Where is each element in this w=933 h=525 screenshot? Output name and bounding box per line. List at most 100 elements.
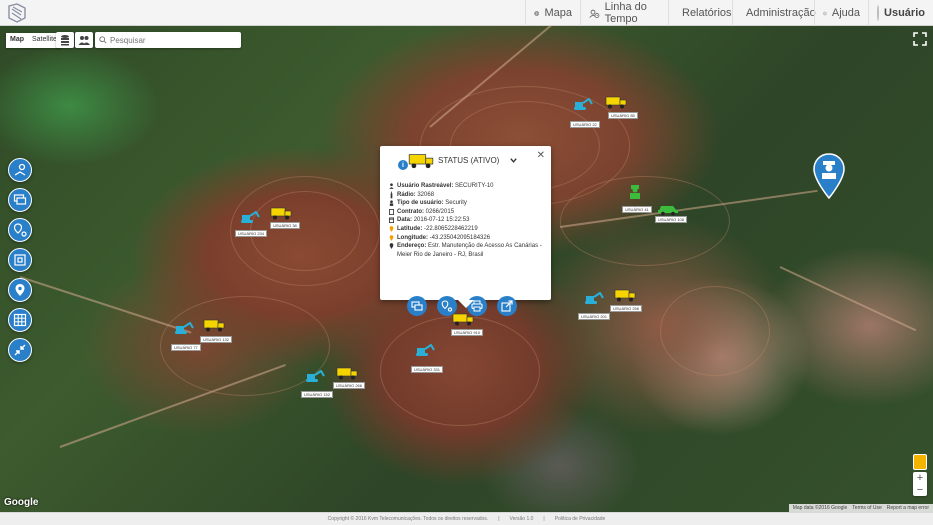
vehicle-marker[interactable] xyxy=(336,366,358,380)
excavator-icon xyxy=(416,344,435,356)
globe-icon xyxy=(534,10,540,16)
map-type-toggle: Map Satellite xyxy=(6,33,61,48)
side-grid-button[interactable] xyxy=(8,308,32,332)
vehicle-marker[interactable] xyxy=(605,95,627,109)
privacy-link[interactable]: Politica de Privacidade xyxy=(555,516,606,522)
side-waypoint-button[interactable] xyxy=(8,218,32,242)
location-pin-icon xyxy=(15,284,25,296)
vehicle-label: USUÁRIO 132 xyxy=(200,336,233,343)
print-button[interactable] xyxy=(467,296,487,316)
area-icon xyxy=(14,254,26,266)
truck-icon xyxy=(605,96,627,109)
user-menu[interactable]: Usuário xyxy=(868,0,933,26)
vehicle-marker[interactable] xyxy=(657,202,679,216)
detail-row: Rádio: 32068 xyxy=(389,191,543,200)
popup-header: STATUS (ATIVO) xyxy=(408,152,518,169)
detail-row: Longitude: -43.235042095184326 xyxy=(389,234,543,243)
vehicle-label: USUÁRIO 201 xyxy=(578,313,611,320)
zoom-in-button[interactable]: + xyxy=(913,472,927,484)
satellite-map[interactable]: Map Satellite USUÁRIO 22 USUÁRIO 85 xyxy=(0,26,933,512)
excavator-icon xyxy=(574,98,593,110)
message-icon xyxy=(13,194,27,205)
close-icon[interactable]: ✕ xyxy=(537,150,545,161)
vehicle-marker[interactable] xyxy=(413,344,435,358)
printer-icon xyxy=(471,300,483,312)
report-error-link[interactable]: Report a map error xyxy=(887,505,929,511)
truck-icon xyxy=(270,207,292,220)
detail-value: -43.235042095184326 xyxy=(429,234,491,241)
zoom-control: + − xyxy=(913,472,927,496)
vehicle-label: USUÁRIO 85 xyxy=(608,112,638,119)
share-button[interactable] xyxy=(497,296,517,316)
vehicle-marker[interactable] xyxy=(172,322,194,336)
nav-mapa[interactable]: Mapa xyxy=(525,0,580,26)
vehicle-label: USUÁRIO 256 xyxy=(610,305,643,312)
side-area-button[interactable] xyxy=(8,248,32,272)
vehicle-marker[interactable] xyxy=(624,185,646,199)
waypoint-icon xyxy=(13,223,27,237)
nav-linha-do-tempo[interactable]: Linha do Tempo xyxy=(580,0,668,26)
fullscreen-icon[interactable] xyxy=(913,32,927,46)
database-icon xyxy=(61,35,69,46)
calendar-icon xyxy=(389,217,394,224)
vehicle-label: USUÁRIO 152 xyxy=(301,391,334,398)
message-button[interactable] xyxy=(407,296,427,316)
google-logo[interactable]: Google xyxy=(4,497,38,508)
radio-icon xyxy=(390,191,393,198)
side-route-button[interactable] xyxy=(8,158,32,182)
map-road xyxy=(59,363,286,448)
side-message-button[interactable] xyxy=(8,188,32,212)
copyright-text: Copyright © 2016 Kvm Telecomunicações. T… xyxy=(327,516,489,522)
map-type-map[interactable]: Map xyxy=(6,33,28,48)
detail-label: Tipo de usuário: xyxy=(397,200,444,207)
top-navigation-bar: Mapa Linha do Tempo Relatórios Administr… xyxy=(0,0,933,26)
terms-link[interactable]: Terms of Use xyxy=(852,505,881,511)
chevron-down-icon[interactable] xyxy=(509,156,518,165)
nav-ajuda-label: Ajuda xyxy=(831,7,860,19)
truck-icon xyxy=(614,289,636,302)
vehicle-marker[interactable] xyxy=(270,206,292,220)
share-icon xyxy=(501,300,513,312)
detail-value: -22.8065228462219 xyxy=(424,225,478,232)
nav-relatorios-label: Relatórios xyxy=(682,7,732,19)
route-button[interactable] xyxy=(437,296,457,316)
search-input[interactable] xyxy=(110,35,235,45)
vehicle-marker[interactable] xyxy=(571,98,593,112)
zoom-out-button[interactable]: − xyxy=(913,484,927,496)
vehicle-marker[interactable] xyxy=(582,292,604,306)
avatar xyxy=(877,5,880,21)
vehicle-label: USUÁRIO 41 xyxy=(622,206,652,213)
detail-label: Latitude: xyxy=(397,225,423,232)
detail-row: Contrato: 0266/2015 xyxy=(389,208,543,217)
popup-details: Usuário Rastreável: SECURITY-10 Rádio: 3… xyxy=(389,182,543,259)
detail-row: Usuário Rastreável: SECURITY-10 xyxy=(389,182,543,191)
excavator-icon xyxy=(585,292,604,304)
security-location-pin-icon[interactable] xyxy=(812,152,846,200)
detail-label: Rádio: xyxy=(397,191,416,198)
info-badge-icon: i xyxy=(398,160,408,170)
contract-icon xyxy=(389,208,394,215)
vehicle-marker[interactable] xyxy=(614,288,636,302)
app-logo-icon[interactable] xyxy=(6,3,28,23)
detail-row: Endereço: Estr. Manutenção de Acesso As … xyxy=(389,242,543,259)
vehicle-label: USUÁRIO 234 xyxy=(235,230,268,237)
latitude-pin-icon xyxy=(389,226,394,232)
user-menu-label: Usuário xyxy=(884,7,925,19)
map-search xyxy=(95,32,241,48)
nav-administracao[interactable]: Administração xyxy=(732,0,816,26)
vehicle-marker[interactable] xyxy=(238,211,260,225)
vehicle-label: USUÁRIO 108 xyxy=(655,216,688,223)
map-data-attribution: Map data ©2016 Google xyxy=(792,505,848,511)
vehicle-marker[interactable] xyxy=(203,318,225,332)
vehicle-label: USUÁRIO 331 xyxy=(411,366,444,373)
nav-relatorios[interactable]: Relatórios xyxy=(668,0,732,26)
side-collapse-button[interactable] xyxy=(8,338,32,362)
vehicle-marker[interactable] xyxy=(303,370,325,384)
users-filter-button[interactable] xyxy=(75,32,93,48)
detail-row: Latitude: -22.8065228462219 xyxy=(389,225,543,234)
side-location-button[interactable] xyxy=(8,278,32,302)
layers-button[interactable] xyxy=(56,32,74,48)
truck-icon xyxy=(408,154,434,169)
street-view-pegman-icon[interactable] xyxy=(913,454,927,470)
nav-ajuda[interactable]: Ajuda xyxy=(814,0,868,26)
